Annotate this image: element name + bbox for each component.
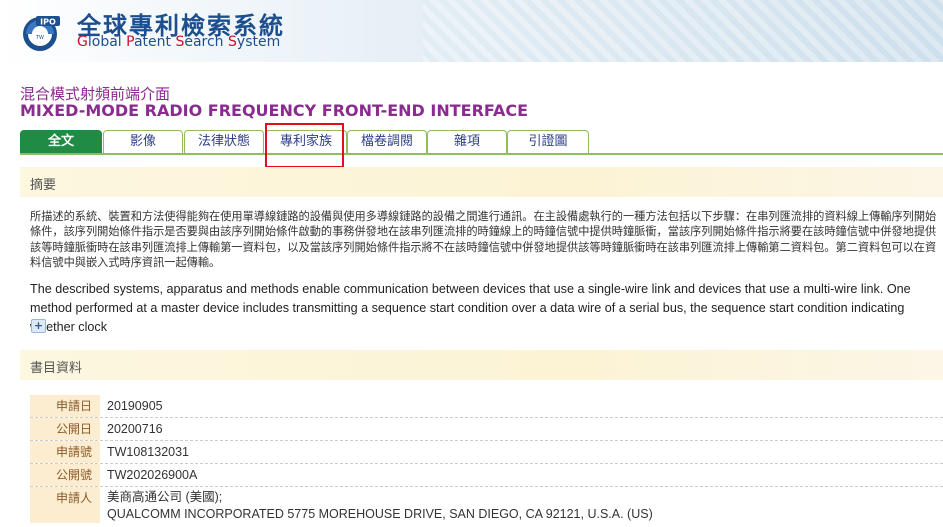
tab-highlight-box — [265, 123, 344, 168]
tipo-logo-icon[interactable]: IPO TW — [20, 12, 64, 52]
bibliography-heading: 書目資料 — [30, 361, 83, 376]
title-en-part: ystem — [236, 34, 281, 50]
header-pattern — [423, 0, 943, 62]
biblio-row-application-date: 申請日 20190905 — [30, 395, 943, 418]
biblio-value: 20200716 — [107, 422, 163, 436]
bibliography-table: 申請日 20190905 公開日 20200716 申請號 TW10813203… — [30, 395, 943, 523]
biblio-label: 申請號 — [30, 441, 100, 463]
tab-citation-graph[interactable]: 引證圖 — [507, 130, 589, 153]
abstract-text-zh: 所描述的系統、裝置和方法使得能夠在使用單導線鏈路的設備與使用多導線鏈路的設備之間… — [30, 210, 937, 270]
tab-images[interactable]: 影像 — [103, 130, 183, 153]
bibliography-section-header: 書目資料 — [20, 350, 943, 380]
biblio-value: 美商高通公司 (美國); QUALCOMM INCORPORATED 5775 … — [107, 489, 653, 523]
tab-underline — [20, 153, 943, 155]
title-en-part: atent — [133, 34, 176, 50]
biblio-label: 公開號 — [30, 464, 100, 486]
title-en-part: S — [175, 34, 185, 50]
tab-misc[interactable]: 雜項 — [427, 130, 507, 153]
site-title-en: Global Patent Search System — [77, 34, 280, 50]
svg-text:TW: TW — [35, 35, 44, 41]
tab-bar: 全文 影像 法律狀態 專利家族 檔卷調閱 雜項 引證圖 — [20, 130, 943, 154]
site-header: IPO TW 全球專利檢索系統 Global Patent Search Sys… — [0, 0, 943, 62]
biblio-row-application-number: 申請號 TW108132031 — [30, 441, 943, 464]
applicant-name-zh: 美商高通公司 (美國); — [107, 490, 223, 504]
biblio-label: 申請人 — [30, 487, 100, 523]
title-en-part: S — [228, 34, 237, 50]
patent-title-en: MIXED-MODE RADIO FREQUENCY FRONT-END INT… — [20, 101, 529, 120]
biblio-row-publication-number: 公開號 TW202026900A — [30, 464, 943, 487]
biblio-label: 申請日 — [30, 395, 100, 417]
tab-fulltext[interactable]: 全文 — [20, 130, 102, 153]
tab-legal-status[interactable]: 法律狀態 — [184, 130, 264, 153]
expand-abstract-button[interactable]: + — [31, 319, 46, 333]
title-en-part: G — [77, 34, 88, 50]
svg-text:IPO: IPO — [40, 18, 56, 27]
tab-file-wrapper[interactable]: 檔卷調閱 — [347, 130, 427, 153]
biblio-row-applicant: 申請人 美商高通公司 (美國); QUALCOMM INCORPORATED 5… — [30, 487, 943, 523]
biblio-row-publication-date: 公開日 20200716 — [30, 418, 943, 441]
title-en-part: lobal — [87, 34, 127, 50]
biblio-label: 公開日 — [30, 418, 100, 440]
title-en-part: earch — [184, 34, 229, 50]
biblio-value: 20190905 — [107, 399, 163, 413]
applicant-name-en: QUALCOMM INCORPORATED 5775 MOREHOUSE DRI… — [107, 507, 653, 521]
abstract-section-header: 摘要 — [20, 167, 943, 197]
biblio-value: TW202026900A — [107, 468, 198, 482]
biblio-value: TW108132031 — [107, 445, 190, 459]
abstract-text-en: The described systems, apparatus and met… — [30, 282, 911, 334]
abstract-heading: 摘要 — [30, 178, 57, 193]
title-en-part: P — [126, 34, 134, 50]
